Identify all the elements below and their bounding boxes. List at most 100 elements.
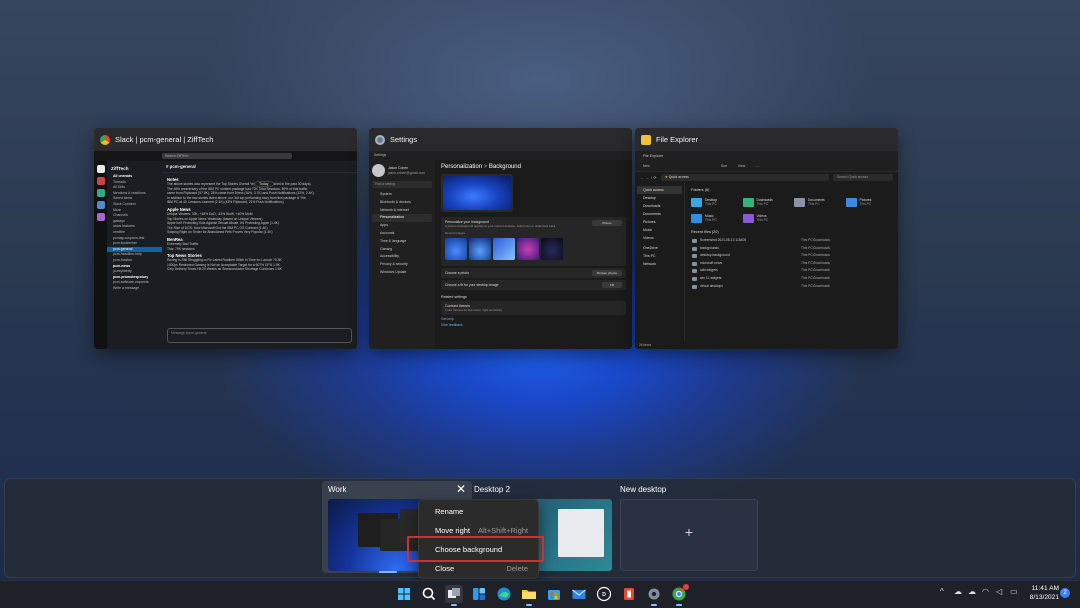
badge-dot <box>683 584 689 590</box>
heading-separator: > <box>483 164 488 170</box>
widgets-icon[interactable] <box>470 585 488 603</box>
settings-app-label: Settings <box>369 151 632 160</box>
slack-channel-title: # pcm-general <box>162 161 357 173</box>
settings-nav-item: System <box>380 192 392 196</box>
window-title: Slack | pcm-general | ZiffTech <box>115 135 214 144</box>
explorer-content: File Explorer New Sort View ... ← → ↑ ⟳ … <box>635 151 898 349</box>
explorer-search: Search Quick access <box>833 174 893 181</box>
nav-item: Quick access <box>637 186 682 194</box>
card-label: Choose a fit for your desktop image <box>445 283 499 287</box>
file-name: win 11 widgets <box>691 275 801 283</box>
nav-item: OneDrive <box>643 246 658 250</box>
slack-search: Search ZiffTech <box>162 153 292 159</box>
dell-icon[interactable]: D <box>595 585 613 603</box>
nav-item: Videos <box>643 236 654 240</box>
slack-message: Notes The above stories also represent t… <box>162 173 357 274</box>
desktop-label: Work <box>328 485 347 494</box>
chevron-up-icon[interactable]: ^ <box>940 587 944 596</box>
slack-message-input: Message #pcm-general <box>167 328 352 343</box>
settings-nav-item-active: Personalization <box>372 214 432 223</box>
close-desktop-icon[interactable]: ✕ <box>456 482 466 496</box>
settings-card-fit: Choose a fit for your desktop image Fill <box>441 280 626 290</box>
running-app-indicator <box>676 604 682 606</box>
folder-location: This PC <box>808 202 820 206</box>
file-name: add widgets <box>691 267 801 275</box>
explorer-main: Folders (6) Desktop This PC Downloads This… <box>686 183 898 341</box>
mail-icon[interactable] <box>570 585 588 603</box>
settings-main: Personalization > Background Personalize… <box>435 160 632 349</box>
nav-item: Music <box>643 228 653 232</box>
card-label: Choose a photo <box>445 271 469 275</box>
address-bar: ★ Quick access <box>660 174 829 181</box>
menu-item-label: Rename <box>435 507 464 516</box>
window-thumbnail-settings[interactable]: Settings Settings Jason Cohen jason.cohe… <box>369 128 632 349</box>
background-preview <box>441 174 513 212</box>
settings-nav-item: Privacy & security <box>380 262 408 267</box>
start-icon[interactable] <box>395 585 413 603</box>
window-titlebar: Slack | pcm-general | ZiffTech <box>94 128 357 151</box>
new-desktop[interactable]: New desktop + <box>614 481 764 573</box>
folder-item: Videos This PC <box>742 211 791 225</box>
chrome-icon <box>100 134 110 145</box>
file-location: This PC\Downloads <box>801 260 830 265</box>
window-thumbnail-slack[interactable]: Slack | pcm-general | ZiffTech Search Zi… <box>94 128 357 349</box>
folder-location: This PC <box>859 202 872 206</box>
notification-badge[interactable]: 2 <box>1060 588 1070 598</box>
settings-sidebar: Jason Cohen jason.cohen@gmail.com Find a… <box>369 160 435 349</box>
settings-nav-item: Bluetooth & devices <box>380 199 411 204</box>
desktop-label: New desktop <box>620 485 667 494</box>
file-name: backgrounds <box>691 245 801 253</box>
folder-location: This PC <box>705 218 717 222</box>
running-app-indicator <box>651 604 657 606</box>
taskbar-clock[interactable]: 11:41 AM 8/13/2021 <box>1027 584 1059 602</box>
address-text: Quick access <box>668 175 689 179</box>
edge-icon[interactable] <box>495 585 513 603</box>
file-name: Screenshot 2021-08-13 115405 <box>691 237 801 245</box>
store-icon[interactable] <box>545 585 563 603</box>
settings-card-choose-photo: Choose a photo Browse photos <box>441 268 626 278</box>
window-thumbnail-file-explorer[interactable]: File Explorer File Explorer New Sort Vie… <box>635 128 898 349</box>
recent-images-label: Recent images <box>445 231 466 235</box>
chrome-icon[interactable] <box>670 584 689 603</box>
menu-item-rename[interactable]: Rename <box>419 502 538 521</box>
recent-images <box>445 238 622 260</box>
settings-find-input: Find a setting <box>372 181 432 188</box>
window-titlebar: File Explorer <box>635 128 898 151</box>
related-settings-heading: Related settings <box>441 295 467 299</box>
settings-icon[interactable] <box>645 585 663 603</box>
user-email: jason.cohen@gmail.com <box>388 170 426 175</box>
file-location: This PC\Downloads <box>801 245 830 250</box>
onedrive-icon[interactable]: ☁ <box>968 587 976 596</box>
battery-icon[interactable]: ▭ <box>1010 587 1018 596</box>
new-desktop-tile[interactable]: + <box>620 499 758 571</box>
nav-item: Desktop <box>643 196 656 200</box>
folder-location: This PC <box>756 202 769 206</box>
recent-file-row: Screenshot 2021-08-13 115405 This PC\Down… <box>691 237 893 245</box>
wifi-icon[interactable]: ◠ <box>982 587 989 596</box>
settings-user: Jason Cohen jason.cohen@gmail.com <box>372 164 432 177</box>
music-folder-icon <box>691 213 702 223</box>
give-feedback-link: Give feedback <box>441 323 463 327</box>
folder-location: This PC <box>756 218 769 222</box>
settings-nav-item: Apps <box>380 223 388 228</box>
active-desktop-indicator <box>379 571 397 573</box>
file-name: virtual desktops <box>691 283 801 291</box>
get-help-link: Get help <box>441 317 454 321</box>
recent-files-heading: Recent files (20) <box>691 230 719 234</box>
task-view-icon[interactable] <box>445 585 463 603</box>
cloud-icon[interactable]: ☁ <box>954 587 962 596</box>
back-forward-icons: ← → ↑ ⟳ <box>640 175 657 180</box>
file-explorer-icon[interactable] <box>520 585 538 603</box>
desktop-label: Desktop 2 <box>474 485 511 494</box>
office-icon[interactable] <box>620 585 638 603</box>
folder-item: Desktop This PC <box>691 195 739 209</box>
volume-icon[interactable]: ◁ <box>996 587 1002 596</box>
pictures-folder-icon <box>845 197 857 207</box>
settings-nav-item: Accounts <box>380 230 395 235</box>
running-app-indicator <box>526 604 532 606</box>
search-icon[interactable] <box>420 585 438 603</box>
active-app-indicator <box>451 604 457 606</box>
settings-gear-icon <box>375 134 385 145</box>
card-description: A picture background applies to your cur… <box>445 224 555 228</box>
clock-time: 11:41 AM <box>1031 585 1059 592</box>
